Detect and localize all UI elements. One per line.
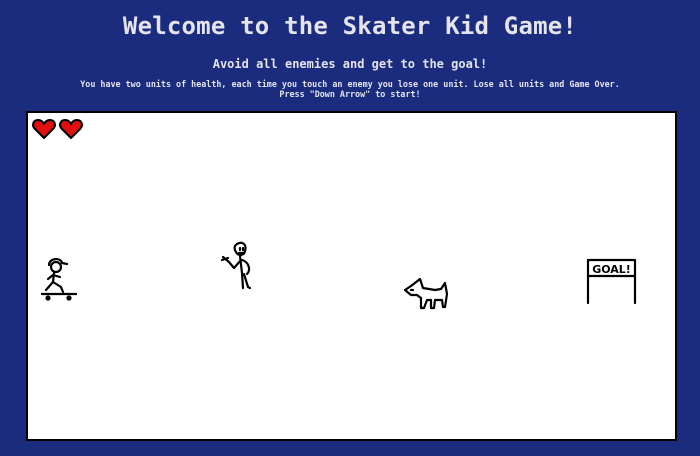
heart-icon xyxy=(32,119,56,139)
instructions-line-2: Press "Down Arrow" to start! xyxy=(279,89,421,99)
subtitle: Avoid all enemies and get to the goal! xyxy=(212,57,488,71)
goal-label: GOAL! xyxy=(592,263,631,276)
header: Welcome to the Skater Kid Game! Avoid al… xyxy=(0,0,700,99)
goal-gate: GOAL! xyxy=(586,258,637,305)
page-title: Welcome to the Skater Kid Game! xyxy=(122,12,578,40)
heart-icon xyxy=(59,119,83,139)
instructions-line-1: You have two units of health, each time … xyxy=(80,79,620,89)
enemy-dog xyxy=(403,277,449,310)
enemy-person xyxy=(220,241,252,290)
player-skater xyxy=(40,258,78,301)
instructions: You have two units of health, each time … xyxy=(0,79,700,99)
game-canvas[interactable]: GOAL! xyxy=(26,111,677,441)
